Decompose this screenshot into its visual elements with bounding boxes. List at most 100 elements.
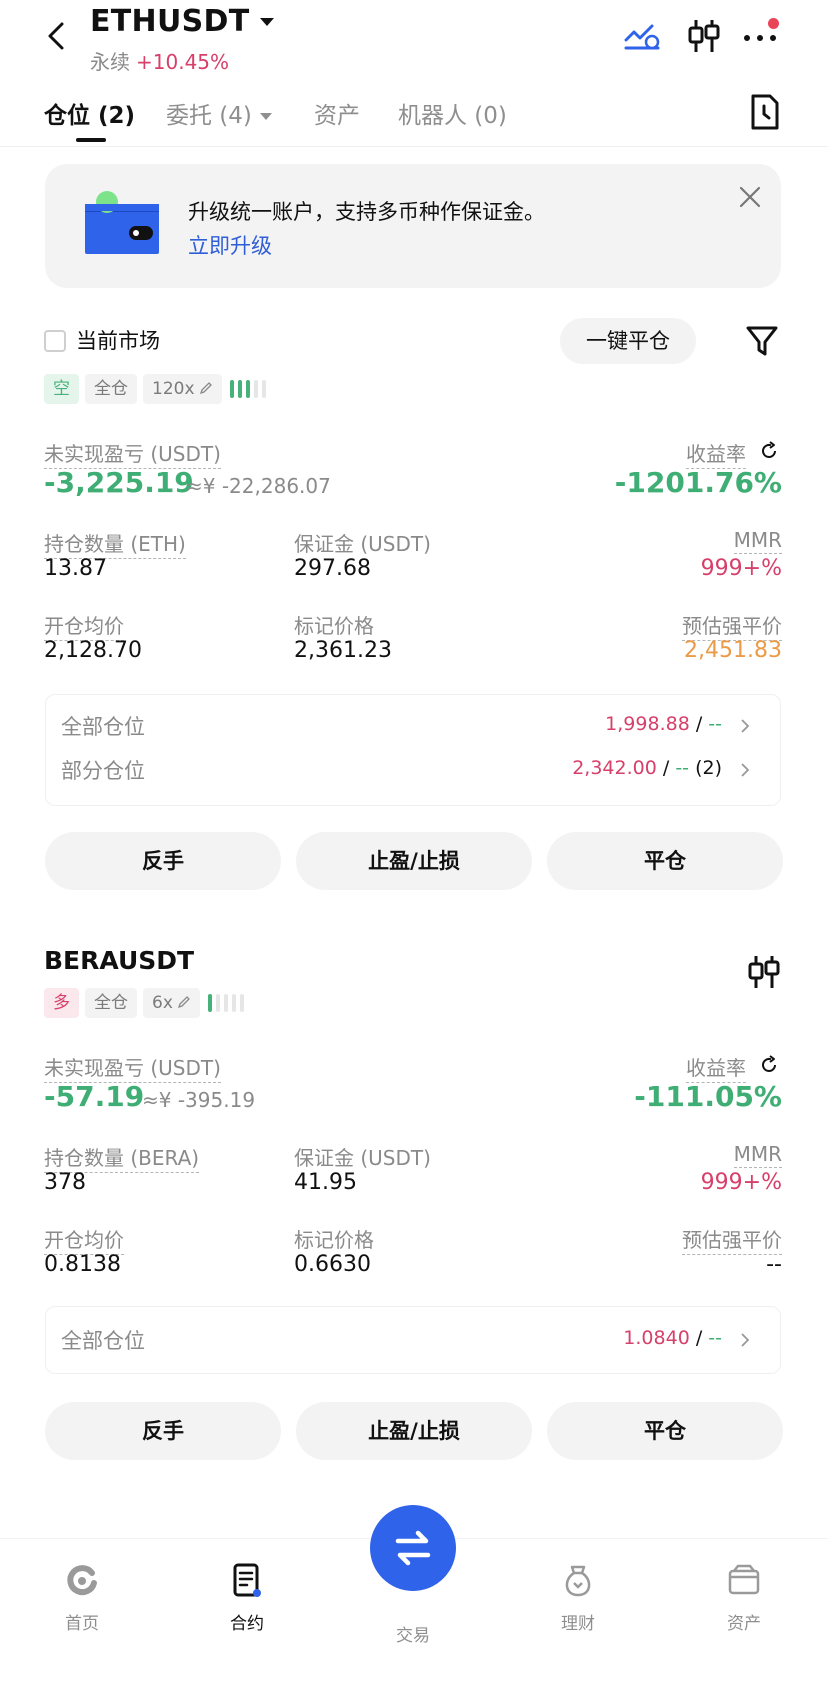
position-size-value: 13.87 [44, 556, 107, 581]
edit-icon [177, 996, 190, 1009]
bottom-nav: 首页 合约 交易 理财 资产 [0, 1505, 828, 1696]
leverage-tag[interactable]: 120x [143, 374, 222, 404]
position-tags: 空全仓 120x [44, 374, 270, 404]
mark-price-value: 2,361.23 [294, 638, 392, 663]
tpsl-button[interactable]: 止盈/止损 [296, 832, 532, 890]
nav-contract-label: 合约 [230, 1614, 264, 1634]
candlestick-icon[interactable] [744, 952, 784, 992]
tpsl-summary: 全部仓位 1,998.88 / -- 部分仓位 2,342.00 / -- (2… [45, 694, 781, 806]
tab-assets[interactable]: 资产 [314, 96, 360, 130]
entry-price-value: 0.8138 [44, 1252, 121, 1277]
liq-price-label[interactable]: 预估强平价 [682, 610, 782, 641]
mmr-value: 999+% [700, 556, 782, 581]
entry-price-label[interactable]: 开仓均价 [44, 1224, 124, 1255]
current-market-checkbox[interactable] [44, 330, 66, 352]
tpsl-summary: 全部仓位 1.0840 / -- [45, 1306, 781, 1374]
history-icon[interactable] [744, 92, 784, 132]
pair-title[interactable]: ETHUSDT [90, 4, 250, 39]
tab-bar: 仓位 (2) 委托 (4) 资产 机器人 (0) [0, 90, 828, 146]
filter-icon[interactable] [744, 320, 780, 360]
close-position-button[interactable]: 平仓 [547, 832, 783, 890]
mmr-label[interactable]: MMR [733, 528, 782, 554]
summary-row-label: 全部仓位 [61, 1329, 145, 1353]
unrealized-pnl-value: -3,225.19 [44, 466, 194, 499]
current-market-label[interactable]: 当前市场 [76, 325, 160, 355]
contract-icon [233, 1563, 261, 1597]
unrealized-pnl-label[interactable]: 未实现盈亏 (USDT) [44, 1052, 221, 1083]
close-icon[interactable] [735, 182, 765, 212]
summary-row-label: 全部仓位 [61, 715, 145, 739]
summary-row-partial[interactable]: 部分仓位 2,342.00 / -- (2) [46, 747, 782, 791]
mark-price-label: 标记价格 [294, 1228, 374, 1252]
roe-value: -1201.76% [614, 466, 782, 499]
notification-dot [768, 18, 779, 29]
refresh-icon[interactable] [758, 1054, 780, 1076]
nav-assets[interactable]: 资产 [684, 1561, 804, 1634]
side-tag: 多 [44, 988, 79, 1018]
position-size-label[interactable]: 持仓数量 (BERA) [44, 1142, 200, 1173]
position-size-value: 378 [44, 1170, 86, 1195]
entry-price-label[interactable]: 开仓均价 [44, 610, 124, 641]
tab-orders[interactable]: 委托 (4) [166, 96, 272, 130]
refresh-icon[interactable] [758, 440, 780, 462]
chevron-down-icon[interactable] [256, 12, 278, 32]
nav-home-label: 首页 [65, 1614, 99, 1634]
mmr-label[interactable]: MMR [733, 1142, 782, 1168]
roe-label[interactable]: 收益率 [686, 438, 746, 469]
liq-price-value: 2,451.83 [684, 638, 782, 663]
nav-finance[interactable]: 理财 [518, 1561, 638, 1634]
back-arrow-icon[interactable] [38, 16, 78, 56]
leverage-value: 6x [152, 993, 173, 1013]
upgrade-banner: 升级统一账户，支持多币种作保证金。 立即升级 [45, 164, 781, 288]
swap-icon [395, 1530, 431, 1566]
nav-trade-label[interactable]: 交易 [353, 1621, 473, 1646]
wallet-icon [728, 1564, 760, 1595]
summary-row-value: 1,998.88 / -- [605, 713, 722, 735]
summary-row-value: 1.0840 / -- [623, 1327, 722, 1349]
mmr-value: 999+% [700, 1170, 782, 1195]
leverage-tag[interactable]: 6x [143, 988, 200, 1018]
tab-positions[interactable]: 仓位 (2) [44, 96, 135, 130]
upgrade-link[interactable]: 立即升级 [188, 230, 272, 260]
nav-home[interactable]: 首页 [22, 1561, 142, 1634]
finance-icon [565, 1565, 591, 1597]
chevron-right-icon [741, 763, 750, 777]
unrealized-pnl-cny: ≈¥ -395.19 [142, 1088, 256, 1112]
close-all-button[interactable]: 一键平仓 [560, 318, 696, 364]
summary-row-value: 2,342.00 / -- (2) [572, 757, 722, 779]
position-tags: 多全仓 6x [44, 988, 248, 1018]
contract-type: 永续 [90, 50, 130, 74]
trade-button[interactable] [370, 1505, 456, 1591]
margin-mode-tag[interactable]: 全仓 [85, 374, 137, 404]
nav-finance-label: 理财 [561, 1614, 595, 1634]
price-change: +10.45% [136, 50, 230, 74]
nav-assets-label: 资产 [727, 1614, 761, 1634]
margin-label: 保证金 (USDT) [294, 1146, 431, 1170]
wallet-icon [85, 191, 159, 254]
tab-orders-label: 委托 (4) [166, 103, 252, 129]
trend-chart-icon[interactable] [622, 16, 662, 56]
edit-icon [199, 382, 212, 395]
summary-row-all[interactable]: 全部仓位 1,998.88 / -- [46, 703, 782, 747]
position-symbol[interactable]: BERAUSDT [44, 946, 194, 975]
margin-label: 保证金 (USDT) [294, 532, 431, 556]
tab-bots[interactable]: 机器人 (0) [398, 96, 507, 130]
mark-price-label: 标记价格 [294, 614, 374, 638]
roe-label[interactable]: 收益率 [686, 1052, 746, 1083]
candlestick-icon[interactable] [684, 16, 724, 56]
leverage-value: 120x [152, 379, 195, 399]
banner-message: 升级统一账户，支持多币种作保证金。 [188, 200, 545, 224]
reverse-button[interactable]: 反手 [45, 1402, 281, 1460]
liq-price-label[interactable]: 预估强平价 [682, 1224, 782, 1255]
nav-contract[interactable]: 合约 [187, 1561, 307, 1634]
margin-mode-tag[interactable]: 全仓 [85, 988, 137, 1018]
side-tag: 空 [44, 374, 79, 404]
summary-row-all[interactable]: 全部仓位 1.0840 / -- [46, 1317, 782, 1361]
chevron-right-icon [741, 1333, 750, 1347]
close-position-button[interactable]: 平仓 [547, 1402, 783, 1460]
unrealized-pnl-label[interactable]: 未实现盈亏 (USDT) [44, 438, 221, 469]
risk-level-bars [229, 374, 270, 404]
position-size-label[interactable]: 持仓数量 (ETH) [44, 528, 186, 559]
tpsl-button[interactable]: 止盈/止损 [296, 1402, 532, 1460]
reverse-button[interactable]: 反手 [45, 832, 281, 890]
